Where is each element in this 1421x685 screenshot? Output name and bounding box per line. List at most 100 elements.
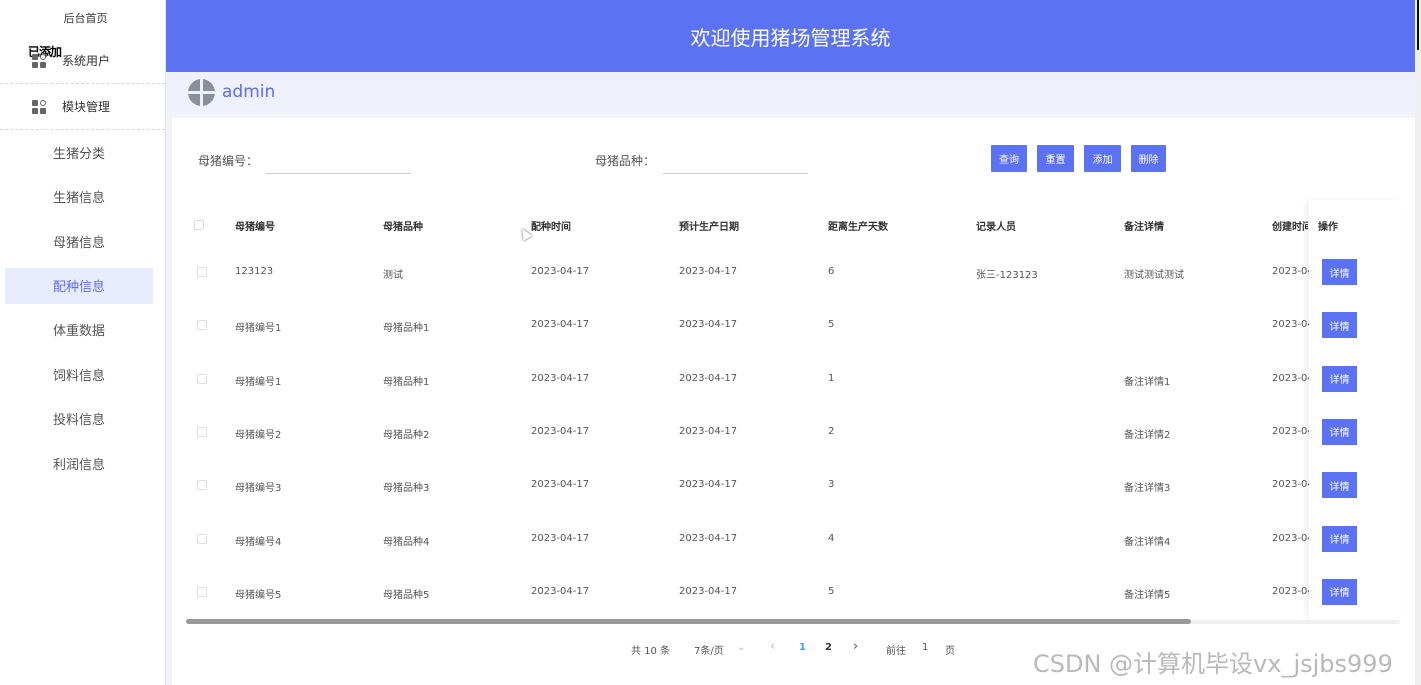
detail-button[interactable]: 详情 [1322, 365, 1357, 392]
table-cell: 2023-04-17 [679, 372, 738, 384]
add-button[interactable]: 添加 [1084, 145, 1121, 172]
table-cell: 2023-04-17 [531, 479, 590, 491]
column-header[interactable]: 备注详情 [1124, 218, 1164, 233]
sidebar-item[interactable]: 生猪分类 [0, 130, 165, 175]
table-cell: 2023-04 [1272, 372, 1309, 384]
detail-button[interactable]: 详情 [1322, 525, 1357, 552]
column-header[interactable]: 母猪品种 [383, 218, 423, 233]
pagination-total: 共 10 条 [631, 646, 671, 657]
goto-suffix: 页 [945, 646, 955, 657]
table-cell: 1 [828, 372, 835, 384]
sidebar-group-modules-label: 模块管理 [62, 100, 111, 114]
table-cell: 备注详情5 [1124, 589, 1171, 601]
detail-button[interactable]: 详情 [1322, 418, 1357, 445]
username[interactable]: admin [222, 82, 275, 102]
detail-button[interactable]: 详情 [1322, 312, 1357, 339]
table-cell: 2023-04-17 [679, 585, 738, 597]
table-cell: 2023-04 [1272, 266, 1309, 277]
table-cell: 3 [828, 479, 835, 491]
app-header: 欢迎使用猪场管理系统 [166, 0, 1415, 72]
table-cell: 2023-04-17 [679, 319, 738, 331]
sow-breed-input[interactable] [663, 143, 808, 174]
avatar[interactable] [188, 78, 215, 106]
sidebar-item[interactable]: 投料信息 [0, 397, 165, 442]
row-checkbox[interactable] [197, 480, 207, 491]
table-cell: 2023-04-17 [679, 532, 738, 544]
sow-breed-label: 母猪品种： [595, 154, 656, 168]
row-checkbox[interactable] [197, 320, 207, 331]
goto-input[interactable]: 1 [922, 642, 928, 653]
column-header[interactable]: 预计生产日期 [679, 218, 739, 233]
reset-button[interactable]: 重置 [1037, 145, 1074, 172]
table-cell: 母猪编号4 [235, 536, 282, 548]
table-cell: 2023-04-17 [679, 425, 738, 437]
table-cell: 母猪品种1 [383, 323, 430, 335]
table-cell: 2023-04 [1272, 479, 1309, 491]
table-cell: 测试测试测试 [1124, 270, 1184, 281]
table-cell: 2023-04 [1272, 319, 1309, 331]
table-cell: 备注详情3 [1124, 483, 1171, 495]
row-checkbox[interactable] [197, 586, 207, 597]
table-cell: 2023-04-17 [531, 425, 590, 437]
select-all-checkbox[interactable] [194, 220, 204, 230]
page-2[interactable]: 2 [825, 642, 832, 653]
table-cell: 2023-04-17 [531, 585, 590, 597]
column-header[interactable]: 操作 [1318, 218, 1338, 233]
table-cell: 母猪品种1 [383, 376, 430, 388]
delete-button[interactable]: 删除 [1131, 145, 1166, 172]
prev-page-button[interactable]: ‹ [770, 639, 775, 654]
sidebar-item[interactable]: 生猪信息 [0, 175, 165, 220]
detail-button[interactable]: 详情 [1322, 472, 1357, 499]
table-cell: 123123 [235, 266, 274, 277]
sidebar-item[interactable]: 配种信息 [5, 267, 153, 304]
sow-id-label: 母猪编号： [198, 154, 259, 168]
table-cell: 2023-04-17 [679, 479, 738, 491]
sidebar-item[interactable]: 母猪信息 [0, 219, 165, 264]
row-checkbox[interactable] [197, 426, 207, 437]
sidebar-group-users[interactable]: 已添加 系统用户 [0, 38, 165, 84]
column-header[interactable]: 创建时间 [1272, 218, 1308, 233]
next-page-button[interactable]: › [853, 639, 858, 654]
page-title: 欢迎使用猪场管理系统 [690, 25, 891, 50]
row-checkbox[interactable] [197, 373, 207, 384]
sidebar-item[interactable]: 体重数据 [0, 308, 165, 353]
sidebar-group-users-label: 系统用户 [62, 54, 111, 68]
sow-id-input[interactable] [266, 143, 411, 174]
sidebar-group-modules[interactable]: 模块管理 [0, 84, 165, 130]
watermark: CSDN @计算机毕设vx_jsjbs999 [1033, 650, 1393, 678]
query-button[interactable]: 查询 [991, 145, 1027, 172]
main-panel [172, 118, 1415, 685]
column-header[interactable]: 母猪编号 [235, 218, 275, 233]
sidebar-item[interactable]: 饲料信息 [0, 352, 165, 397]
page-1[interactable]: 1 [799, 642, 806, 653]
grid-icon [32, 99, 46, 114]
table-cell: 备注详情4 [1124, 536, 1171, 548]
column-header[interactable]: 配种时间 [531, 218, 571, 233]
table-cell: 2 [828, 425, 835, 437]
user-bar: admin [166, 72, 1415, 112]
goto-label: 前往 [886, 646, 906, 657]
window-scrollbar[interactable] [1415, 0, 1421, 685]
sidebar: 后台首页 已添加 系统用户 模块管理 生猪分类 生猪信息 母猪信息 配种信息体重数据饲… [0, 0, 166, 685]
row-checkbox[interactable] [197, 267, 207, 277]
sidebar-home-link[interactable]: 后台首页 [0, 0, 165, 38]
table-cell: 测试 [383, 270, 403, 281]
table-cell: 母猪品种2 [383, 429, 430, 441]
row-checkbox[interactable] [197, 533, 207, 544]
table-cell: 5 [828, 585, 835, 597]
column-header[interactable]: 记录人员 [976, 218, 1016, 233]
detail-button[interactable]: 详情 [1322, 578, 1357, 605]
table-cell: 母猪品种5 [383, 589, 430, 601]
chevron-down-icon[interactable]: ⌄ [737, 642, 745, 653]
detail-button[interactable]: 详情 [1322, 259, 1357, 285]
table-cell: 母猪编号2 [235, 429, 282, 441]
table-cell: 2023-04-17 [679, 266, 738, 277]
table-cell: 备注详情1 [1124, 376, 1171, 388]
page-size-select[interactable]: 7条/页 [694, 642, 724, 657]
table-cell: 母猪品种3 [383, 483, 430, 495]
sidebar-item[interactable]: 利润信息 [0, 441, 165, 486]
table-scrollbar-thumb[interactable] [186, 619, 1191, 624]
table-cell: 6 [828, 266, 835, 277]
table-cell: 2023-04-17 [531, 319, 590, 331]
column-header[interactable]: 距离生产天数 [828, 218, 888, 233]
